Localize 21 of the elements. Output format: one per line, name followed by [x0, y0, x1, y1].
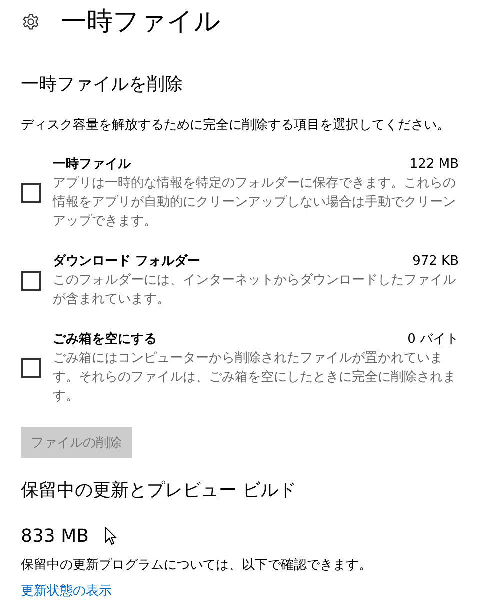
item-size: 0 バイト [408, 331, 459, 349]
pending-size: 833 MB [21, 525, 89, 549]
checkbox[interactable] [21, 183, 41, 203]
page-title: 一時ファイル [61, 6, 221, 38]
update-status-link[interactable]: 更新状態の表示 [21, 582, 112, 601]
item-description: このフォルダーには、インターネットからダウンロードしたファイルが含まれています。 [53, 272, 457, 309]
item-size: 122 MB [410, 156, 459, 174]
settings-icon [21, 12, 41, 32]
checkbox[interactable] [21, 270, 41, 290]
section-description: 保留中の更新プログラムについては、以下で確認できます。 [21, 557, 373, 575]
item-name: 一時ファイル [53, 156, 131, 174]
item-name: ごみ箱を空にする [53, 330, 157, 349]
section-heading: 一時ファイルを削除 [21, 73, 184, 97]
item-size: 972 KB [412, 253, 459, 271]
cursor-icon [105, 527, 117, 546]
item-description: ごみ箱にはコンピューターから削除されたファイルが置かれています。それらのファイルは、ごみ箱を空にしたときに完全に削除されます。 [53, 350, 457, 406]
section-description: ディスク容量を解放するために完全に削除する項目を選択してください。 [21, 117, 451, 135]
item-name: ダウンロード フォルダー [53, 253, 201, 271]
item-description: アプリは一時的な情報を特定のフォルダーに保存できます。これらの情報をアプリが自動的にクリーンアップしない場合は手動でクリーンアップできます。 [53, 175, 457, 231]
section-heading: 保留中の更新とプレビュー ビルド [21, 479, 298, 503]
checkbox[interactable] [21, 358, 41, 378]
